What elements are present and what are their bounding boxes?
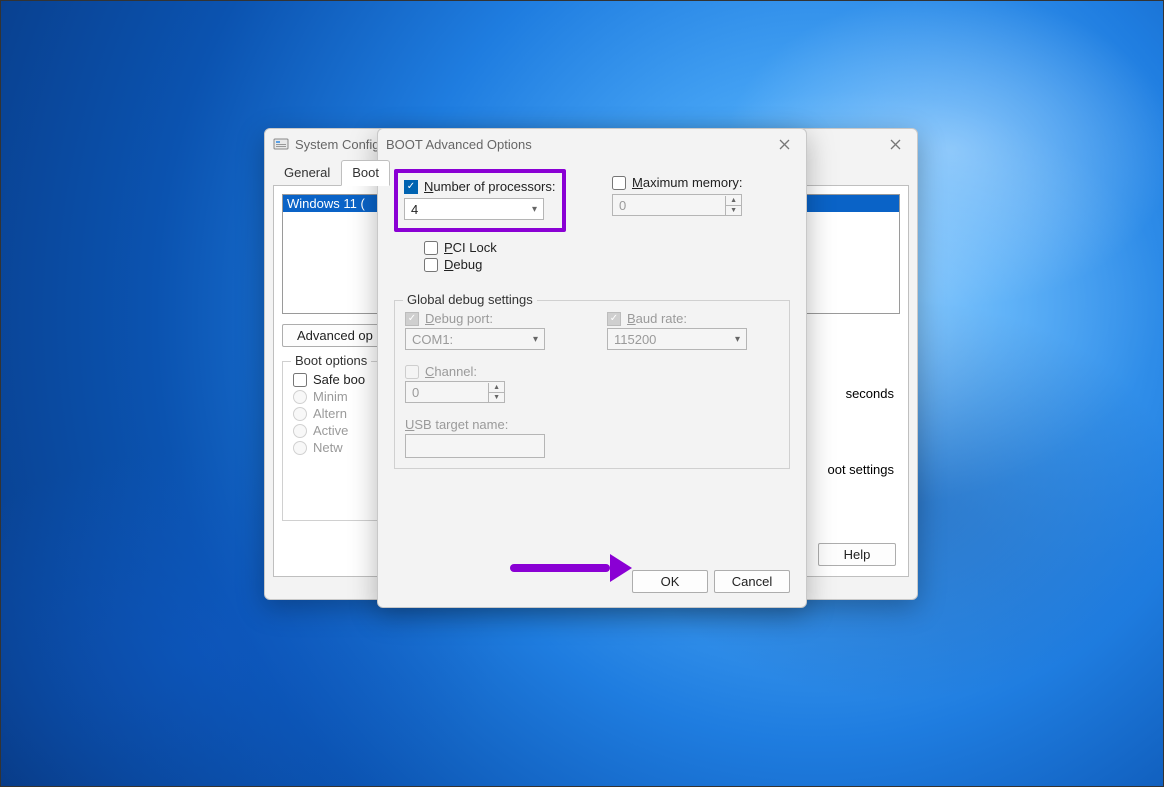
pci-lock-checkbox[interactable]: PCI Lock xyxy=(424,240,790,255)
tab-boot[interactable]: Boot xyxy=(341,160,390,186)
usb-target-input xyxy=(405,434,545,458)
maximum-memory-checkbox[interactable]: Maximum memory: xyxy=(612,175,790,190)
highlight-annotation: ✓ Number of processors: 4 ▾ xyxy=(394,169,566,232)
help-button[interactable]: Help xyxy=(818,543,896,566)
debug-port-combo: COM1:▾ xyxy=(405,328,545,350)
check-disabled-icon: ✓ xyxy=(405,312,419,326)
channel-spinner: 0 ▲▼ xyxy=(405,381,505,403)
close-button-parent[interactable] xyxy=(881,130,909,158)
titlebar-advanced: BOOT Advanced Options xyxy=(378,129,806,159)
msconfig-icon xyxy=(273,136,289,152)
spinner-buttons-icon: ▲▼ xyxy=(725,196,741,215)
timeout-seconds-label: seconds xyxy=(846,386,894,401)
dialog-title: BOOT Advanced Options xyxy=(386,137,532,152)
boot-advanced-options-dialog: BOOT Advanced Options ✓ Number of proces… xyxy=(377,128,807,608)
cancel-button[interactable]: Cancel xyxy=(714,570,790,593)
close-button-dialog[interactable] xyxy=(770,130,798,158)
usb-target-label: USB target name: xyxy=(405,417,577,432)
make-permanent-fragment: oot settings xyxy=(828,462,895,477)
baud-rate-checkbox: ✓ Baud rate: xyxy=(607,311,779,326)
advanced-options-button[interactable]: Advanced op xyxy=(282,324,388,347)
checkmark-icon: ✓ xyxy=(404,180,418,194)
chevron-down-icon: ▾ xyxy=(533,334,538,345)
number-of-processors-checkbox[interactable]: ✓ Number of processors: xyxy=(404,179,556,194)
number-of-processors-combo[interactable]: 4 ▾ xyxy=(404,198,544,220)
maximum-memory-spinner: 0 ▲▼ xyxy=(612,194,742,216)
boot-options-legend: Boot options xyxy=(291,353,371,368)
check-disabled-icon: ✓ xyxy=(607,312,621,326)
debug-checkbox[interactable]: Debug xyxy=(424,257,790,272)
global-debug-settings-group: Global debug settings ✓ Debug port: COM1… xyxy=(394,300,790,469)
global-debug-legend: Global debug settings xyxy=(403,292,537,307)
channel-checkbox: Channel: xyxy=(405,364,577,379)
ok-button[interactable]: OK xyxy=(632,570,708,593)
tab-general[interactable]: General xyxy=(273,160,341,186)
debug-port-checkbox: ✓ Debug port: xyxy=(405,311,577,326)
chevron-down-icon: ▾ xyxy=(735,334,740,345)
spinner-buttons-icon: ▲▼ xyxy=(488,383,504,402)
desktop-wallpaper: System Configuration General Boot Window… xyxy=(0,0,1164,787)
chevron-down-icon: ▾ xyxy=(532,204,537,215)
baud-rate-combo: 115200▾ xyxy=(607,328,747,350)
